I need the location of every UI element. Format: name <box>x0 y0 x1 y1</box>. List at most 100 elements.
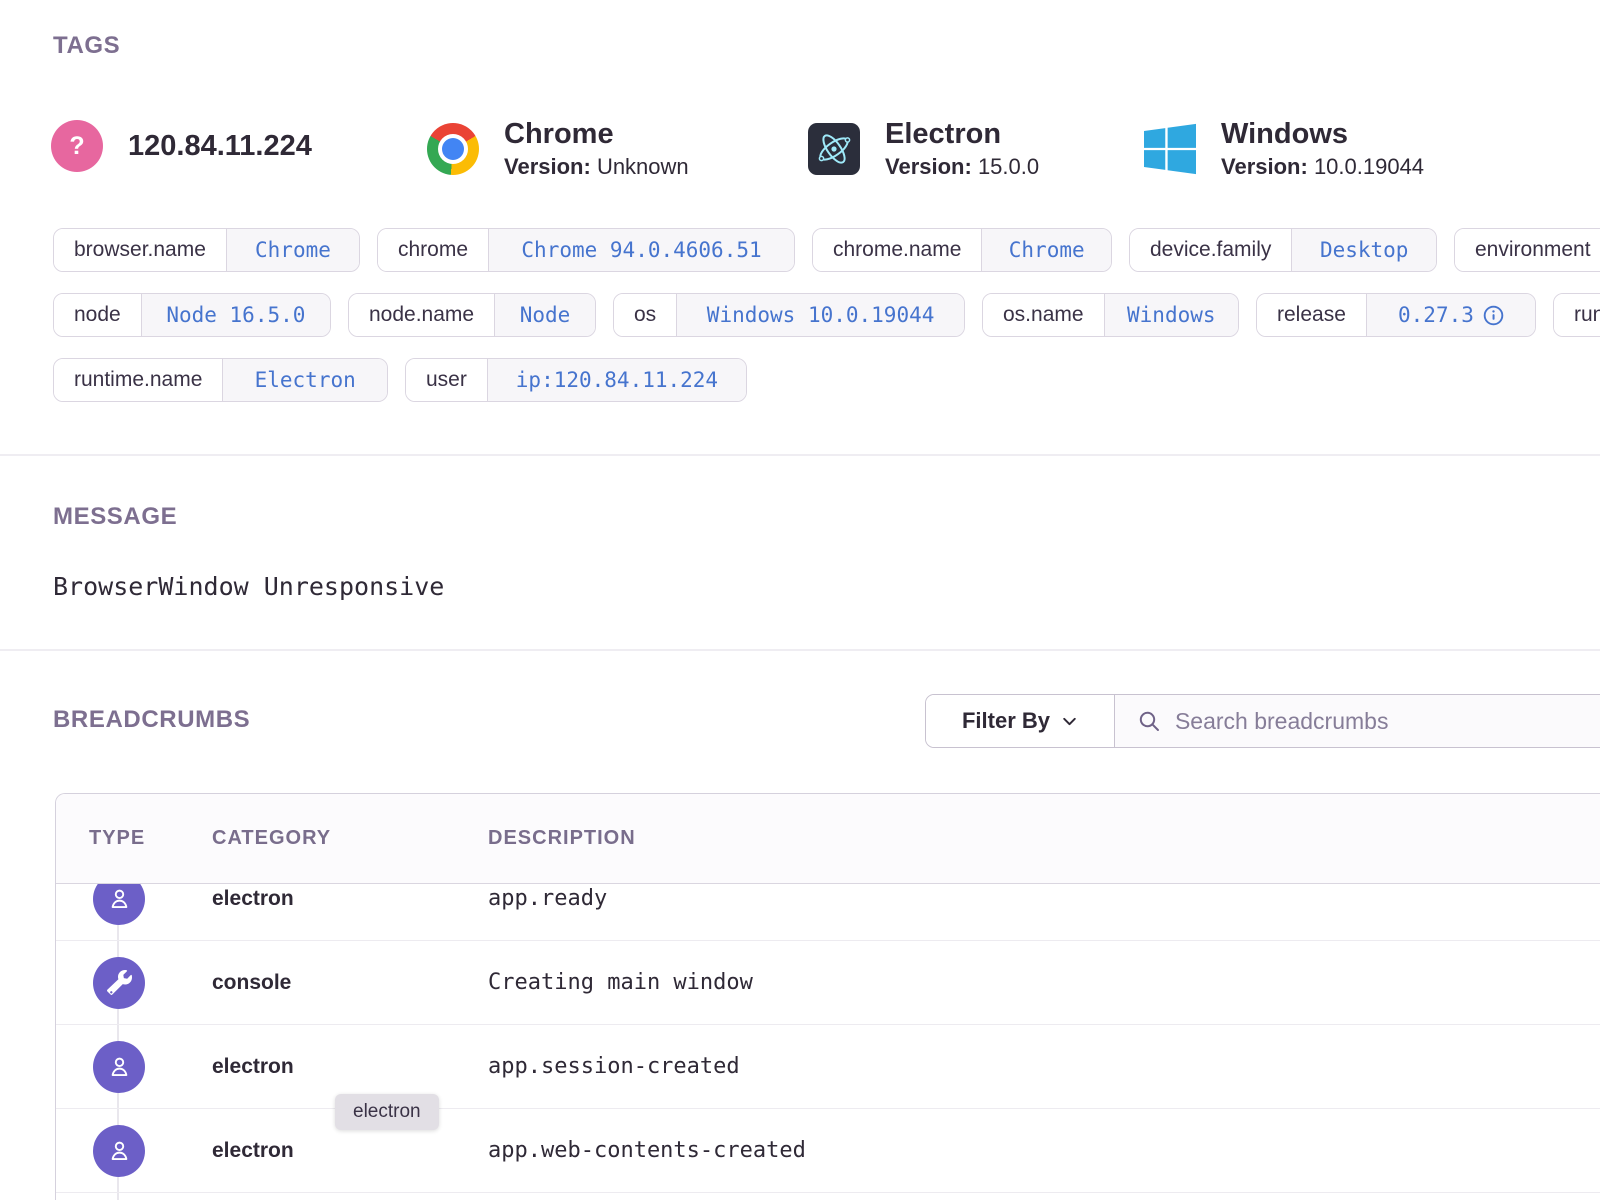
breadcrumb-type-cell <box>56 884 212 925</box>
tag-key: device.family <box>1130 229 1291 271</box>
breadcrumb-type-badge <box>93 1041 145 1093</box>
tag-pill[interactable]: user ip:120.84.11.224 <box>405 358 747 402</box>
tag-key: environment <box>1455 229 1600 271</box>
tag-pill[interactable]: runtime <box>1553 293 1600 337</box>
breadcrumb-type-cell <box>56 1125 212 1177</box>
column-header-category: CATEGORY <box>212 827 488 850</box>
filter-by-label: Filter By <box>962 708 1050 734</box>
tag-value[interactable]: Chrome <box>981 229 1111 271</box>
breadcrumb-type-cell <box>56 1041 212 1093</box>
tag-pill[interactable]: chrome Chrome 94.0.4606.51 <box>377 228 795 272</box>
tag-key: chrome.name <box>813 229 981 271</box>
os-version: Version: 10.0.19044 <box>1221 154 1424 180</box>
breadcrumb-category: console <box>212 971 488 995</box>
tag-pill-row: runtime.name Electron user ip:120.84.11.… <box>53 358 1600 402</box>
breadcrumb-category: electron <box>212 1055 488 1079</box>
tag-value[interactable]: Windows 10.0.19044 <box>676 294 964 336</box>
breadcrumb-type-badge <box>93 884 145 925</box>
unknown-user-avatar-icon: ? <box>51 120 103 172</box>
tag-key: user <box>406 359 487 401</box>
chevron-down-icon <box>1061 713 1078 730</box>
tag-pill[interactable]: browser.name Chrome <box>53 228 360 272</box>
tag-key: os.name <box>983 294 1104 336</box>
tag-value[interactable]: Electron <box>222 359 387 401</box>
breadcrumbs-table: TYPE CATEGORY DESCRIPTION electron app.r… <box>55 793 1600 1200</box>
tag-summary-ip: ? 120.84.11.224 <box>51 120 312 172</box>
os-name: Windows <box>1221 118 1424 150</box>
chrome-icon <box>427 123 479 175</box>
user-icon <box>106 885 133 912</box>
tag-value[interactable]: Node <box>494 294 595 336</box>
tag-key: chrome <box>378 229 488 271</box>
tag-pill[interactable]: release 0.27.3 <box>1256 293 1536 337</box>
runtime-name: Electron <box>885 118 1039 150</box>
breadcrumbs-filter-bar: Filter By <box>925 694 1600 748</box>
breadcrumbs-table-body: electron app.ready console Creating main… <box>56 884 1600 1200</box>
user-icon <box>106 1137 133 1164</box>
question-glyph: ? <box>69 132 84 161</box>
tag-key: release <box>1257 294 1366 336</box>
ip-address-value: 120.84.11.224 <box>128 130 312 162</box>
user-icon <box>106 1053 133 1080</box>
breadcrumb-description: app.session-created <box>488 1054 1600 1079</box>
section-divider <box>0 649 1600 651</box>
tag-value[interactable]: 0.27.3 <box>1366 294 1535 336</box>
tag-value[interactable]: Windows <box>1104 294 1238 336</box>
tag-pill[interactable]: node Node 16.5.0 <box>53 293 331 337</box>
tag-summary-browser: Chrome Version: Unknown <box>427 118 689 180</box>
breadcrumb-row[interactable]: electron app.session-created <box>56 1025 1600 1109</box>
tag-value[interactable]: Chrome <box>226 229 359 271</box>
breadcrumb-row[interactable]: console Creating main window <box>56 941 1600 1025</box>
tag-pill[interactable]: chrome.name Chrome <box>812 228 1112 272</box>
breadcrumb-description: app.ready <box>488 886 1600 911</box>
section-divider <box>0 454 1600 456</box>
breadcrumbs-section-title: BREADCRUMBS <box>53 706 250 734</box>
message-section-title: MESSAGE <box>53 503 177 531</box>
search-icon <box>1137 708 1161 734</box>
windows-icon <box>1144 123 1196 175</box>
tags-section-title: TAGS <box>53 32 120 60</box>
tag-value[interactable]: Desktop <box>1291 229 1436 271</box>
tag-summary-os: Windows Version: 10.0.19044 <box>1144 118 1424 180</box>
message-text: BrowserWindow Unresponsive <box>53 572 444 601</box>
breadcrumb-type-badge <box>93 1125 145 1177</box>
tag-pill[interactable]: node.name Node <box>348 293 596 337</box>
tag-pill[interactable]: runtime.name Electron <box>53 358 388 402</box>
tag-key: runtime.name <box>54 359 222 401</box>
tag-key: node.name <box>349 294 494 336</box>
browser-name: Chrome <box>504 118 689 150</box>
tag-key: runtime <box>1554 294 1600 336</box>
tag-pill[interactable]: device.family Desktop <box>1129 228 1437 272</box>
wrench-icon <box>107 970 132 995</box>
issue-detail-page: TAGS ? 120.84.11.224 Chrome Version: Unk… <box>0 0 1600 1200</box>
breadcrumbs-search[interactable] <box>1115 695 1600 747</box>
runtime-version: Version: 15.0.0 <box>885 154 1039 180</box>
tag-value[interactable]: Chrome 94.0.4606.51 <box>488 229 794 271</box>
tag-summary-runtime: Electron Version: 15.0.0 <box>808 118 1039 180</box>
breadcrumb-category: electron <box>212 887 488 911</box>
tag-key: browser.name <box>54 229 226 271</box>
breadcrumb-category: electron <box>212 1139 488 1163</box>
breadcrumb-row[interactable]: electron app.ready <box>56 884 1600 941</box>
column-header-description: DESCRIPTION <box>488 827 1600 850</box>
breadcrumb-description: app.web-contents-created <box>488 1138 1600 1163</box>
tag-value[interactable]: Node 16.5.0 <box>141 294 330 336</box>
breadcrumb-type-badge <box>93 957 145 1009</box>
tag-pill[interactable]: os Windows 10.0.19044 <box>613 293 965 337</box>
tag-pill[interactable]: os.name Windows <box>982 293 1239 337</box>
info-icon[interactable] <box>1483 305 1504 326</box>
tag-key: os <box>614 294 676 336</box>
tag-key: node <box>54 294 141 336</box>
search-breadcrumbs-input[interactable] <box>1175 708 1600 735</box>
tag-pill-row: node Node 16.5.0 node.name Node os Windo… <box>53 293 1600 337</box>
breadcrumbs-table-header: TYPE CATEGORY DESCRIPTION <box>56 794 1600 884</box>
filter-by-button[interactable]: Filter By <box>926 695 1115 747</box>
breadcrumb-type-cell <box>56 957 212 1009</box>
column-header-type: TYPE <box>56 827 212 850</box>
electron-icon <box>808 123 860 175</box>
tag-value[interactable]: ip:120.84.11.224 <box>487 359 746 401</box>
tag-pill[interactable]: environment <box>1454 228 1600 272</box>
breadcrumb-row[interactable]: electron app.web-contents-created <box>56 1109 1600 1193</box>
tooltip: electron <box>335 1094 439 1130</box>
tag-pill-row: browser.name Chrome chrome Chrome 94.0.4… <box>53 228 1600 272</box>
